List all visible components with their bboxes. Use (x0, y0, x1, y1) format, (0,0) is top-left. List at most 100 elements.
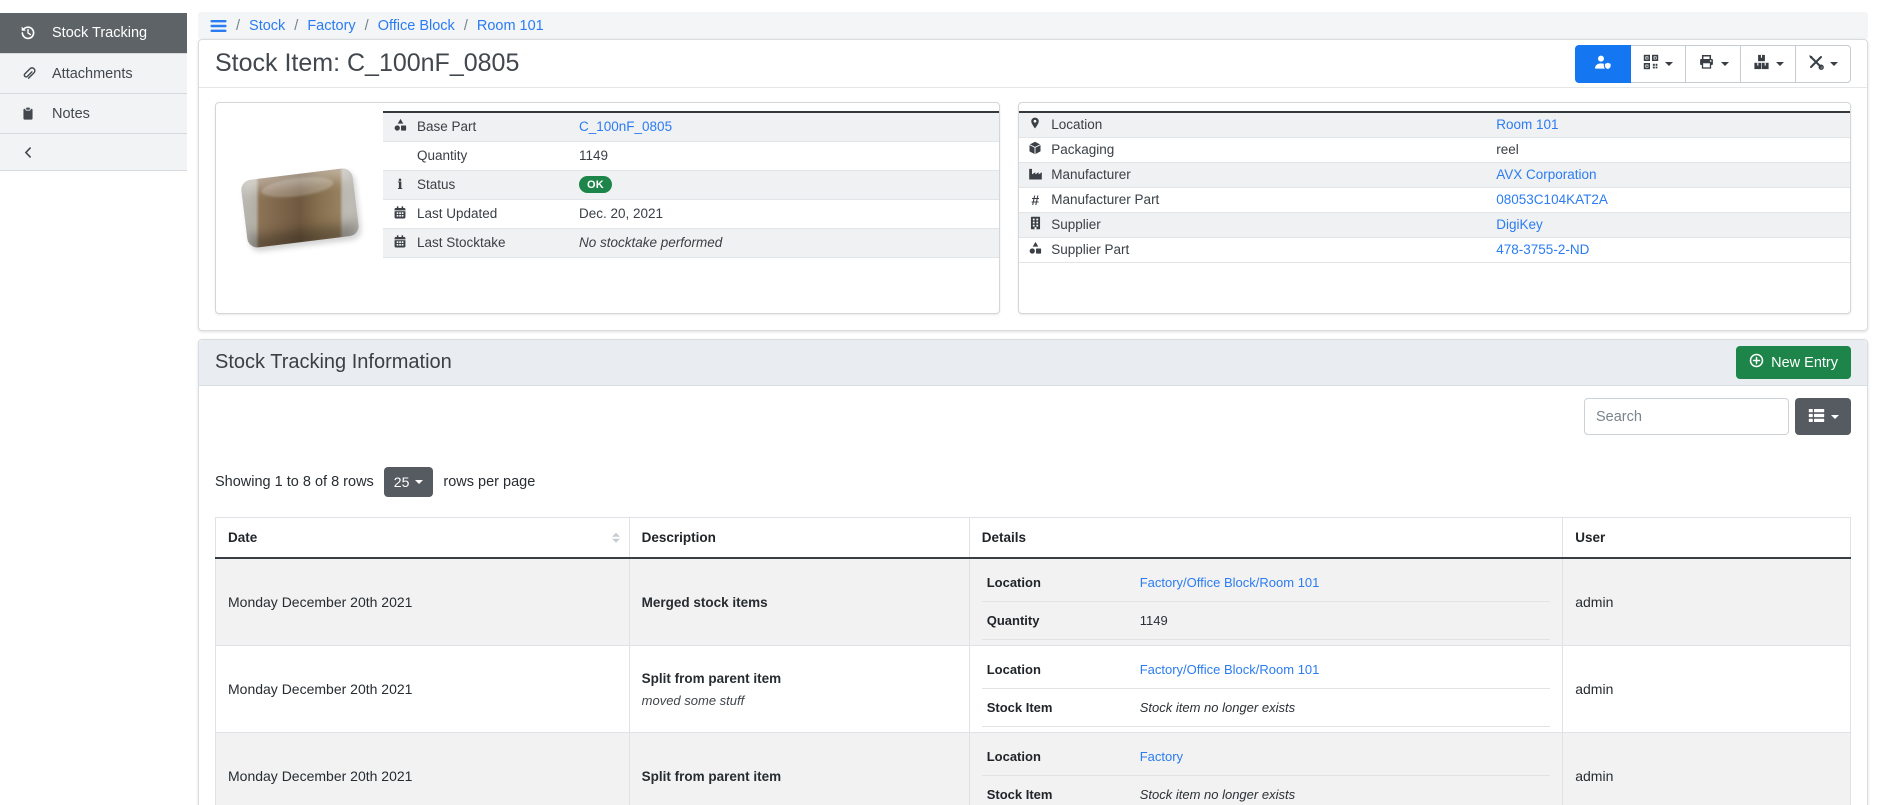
detail-subrow: Location Factory/Office Block/Room 101 (982, 651, 1551, 689)
breadcrumb-separator: / (236, 18, 240, 34)
info-label: Supplier (1051, 212, 1496, 237)
history-icon (19, 25, 37, 41)
new-entry-button[interactable]: New Entry (1736, 346, 1851, 379)
info-label: Supplier Part (1051, 237, 1496, 262)
item-summary-table: Base Part C_100nF_0805 Quantity 1149 i S… (383, 111, 999, 258)
qrcode-button[interactable] (1630, 45, 1686, 83)
breadcrumb-separator: / (365, 18, 369, 34)
row-user: admin (1563, 646, 1851, 733)
detail-subrow: Stock Item Stock item no longer exists (982, 776, 1551, 805)
location-link[interactable]: Room 101 (1496, 117, 1558, 132)
column-header-description: Description (629, 518, 969, 559)
detail-location-link[interactable]: Factory (1140, 749, 1183, 764)
info-label: Last Updated (417, 199, 579, 228)
breadcrumb-link-office-block[interactable]: Office Block (378, 18, 455, 34)
print-button[interactable] (1685, 45, 1741, 83)
row-user: admin (1563, 733, 1851, 805)
industry-icon (1028, 168, 1043, 183)
sidebar-item-label: Notes (52, 106, 90, 122)
columns-button[interactable] (1795, 398, 1851, 435)
caret-down-icon (1665, 62, 1673, 66)
detail-location-link[interactable]: Factory/Office Block/Room 101 (1140, 575, 1320, 590)
info-row-last-updated: Last Updated Dec. 20, 2021 (383, 199, 999, 228)
detail-label: Location (982, 749, 1140, 764)
info-label: Quantity (417, 141, 579, 170)
row-date: Monday December 20th 2021 (216, 733, 630, 805)
info-label: Packaging (1051, 137, 1496, 162)
table-row: Monday December 20th 2021 Split from par… (216, 733, 1851, 805)
tracking-table: Date Description Details User Monday Dec… (215, 517, 1851, 805)
status-badge: OK (579, 176, 612, 193)
breadcrumb-link-room-101[interactable]: Room 101 (477, 18, 544, 34)
detail-label: Stock Item (982, 787, 1140, 802)
stock-tracking-panel: Stock Tracking Information New Entry (198, 339, 1868, 805)
hashtag-icon: # (1031, 192, 1039, 208)
detail-label: Location (982, 575, 1140, 590)
sort-icon[interactable] (612, 532, 620, 543)
row-description: Split from parent item (642, 671, 957, 686)
caret-down-icon (415, 480, 423, 484)
info-row-location: Location Room 101 (1019, 112, 1850, 137)
last-stocktake-value: No stocktake performed (579, 228, 999, 257)
manufacturer-part-link[interactable]: 08053C104KAT2A (1496, 192, 1608, 207)
sidebar-item-notes[interactable]: Notes (0, 93, 187, 133)
page-size-value: 25 (394, 474, 410, 490)
chevron-left-icon (19, 146, 37, 159)
detail-location-link[interactable]: Factory/Office Block/Room 101 (1140, 662, 1320, 677)
info-row-last-stocktake: Last Stocktake No stocktake performed (383, 228, 999, 257)
caret-down-icon (1776, 62, 1784, 66)
caret-down-icon (1830, 62, 1838, 66)
shapes-icon (393, 120, 408, 135)
detail-value: Stock item no longer exists (1140, 700, 1295, 715)
item-summary-card: Base Part C_100nF_0805 Quantity 1149 i S… (215, 102, 1000, 314)
row-note: moved some stuff (642, 693, 957, 708)
hamburger-icon[interactable] (210, 19, 227, 33)
table-controls (215, 398, 1851, 435)
building-icon (1030, 218, 1041, 233)
supplier-link[interactable]: DigiKey (1496, 217, 1543, 232)
base-part-link[interactable]: C_100nF_0805 (579, 119, 672, 134)
info-row-base-part: Base Part C_100nF_0805 (383, 112, 999, 141)
supplier-part-link[interactable]: 478-3755-2-ND (1496, 242, 1589, 257)
qrcode-icon (1643, 54, 1659, 73)
info-label: Location (1051, 112, 1496, 137)
table-columns-icon (1808, 408, 1825, 426)
stock-item-body: Base Part C_100nF_0805 Quantity 1149 i S… (199, 88, 1867, 330)
info-row-manufacturer: Manufacturer AVX Corporation (1019, 162, 1850, 187)
detail-label: Location (982, 662, 1140, 677)
page: Stock Tracking Attachments Notes / (0, 0, 1887, 805)
sidebar-collapse-button[interactable] (0, 133, 187, 171)
table-row: Monday December 20th 2021 Split from par… (216, 646, 1851, 733)
row-user: admin (1563, 558, 1851, 646)
breadcrumb: / Stock / Factory / Office Block / Room … (198, 12, 1868, 39)
part-thumbnail[interactable] (216, 103, 383, 313)
new-entry-label: New Entry (1771, 355, 1838, 371)
breadcrumb-link-stock[interactable]: Stock (249, 18, 285, 34)
row-description: Merged stock items (642, 595, 957, 610)
user-shield-button[interactable] (1575, 45, 1631, 83)
sidebar-item-attachments[interactable]: Attachments (0, 53, 187, 93)
clipboard-icon (19, 106, 37, 121)
info-label: Last Stocktake (417, 228, 579, 257)
manufacturer-link[interactable]: AVX Corporation (1496, 167, 1596, 182)
detail-subrow: Location Factory/Office Block/Room 101 (982, 564, 1551, 602)
shapes-icon (1028, 243, 1043, 258)
breadcrumb-link-factory[interactable]: Factory (307, 18, 355, 34)
table-header-row: Date Description Details User (216, 518, 1851, 559)
column-header-date[interactable]: Date (216, 518, 630, 559)
stock-item-heading: Stock Item: C_100nF_0805 (199, 40, 1867, 88)
search-input[interactable] (1584, 398, 1789, 435)
info-row-supplier: Supplier DigiKey (1019, 212, 1850, 237)
boxes-icon (1753, 54, 1770, 73)
page-size-button[interactable]: 25 (384, 467, 434, 497)
info-label: Manufacturer Part (1051, 187, 1496, 212)
tracking-body: Showing 1 to 8 of 8 rows 25 rows per pag… (199, 386, 1867, 805)
info-row-manufacturer-part: # Manufacturer Part 08053C104KAT2A (1019, 187, 1850, 212)
sidebar-item-stock-tracking[interactable]: Stock Tracking (0, 13, 187, 53)
main-content: / Stock / Factory / Office Block / Room … (198, 12, 1868, 805)
stock-actions-button[interactable] (1740, 45, 1796, 83)
info-row-packaging: Packaging reel (1019, 137, 1850, 162)
detail-value: Stock item no longer exists (1140, 787, 1295, 802)
sidebar: Stock Tracking Attachments Notes (0, 13, 187, 171)
edit-actions-button[interactable] (1795, 45, 1851, 83)
